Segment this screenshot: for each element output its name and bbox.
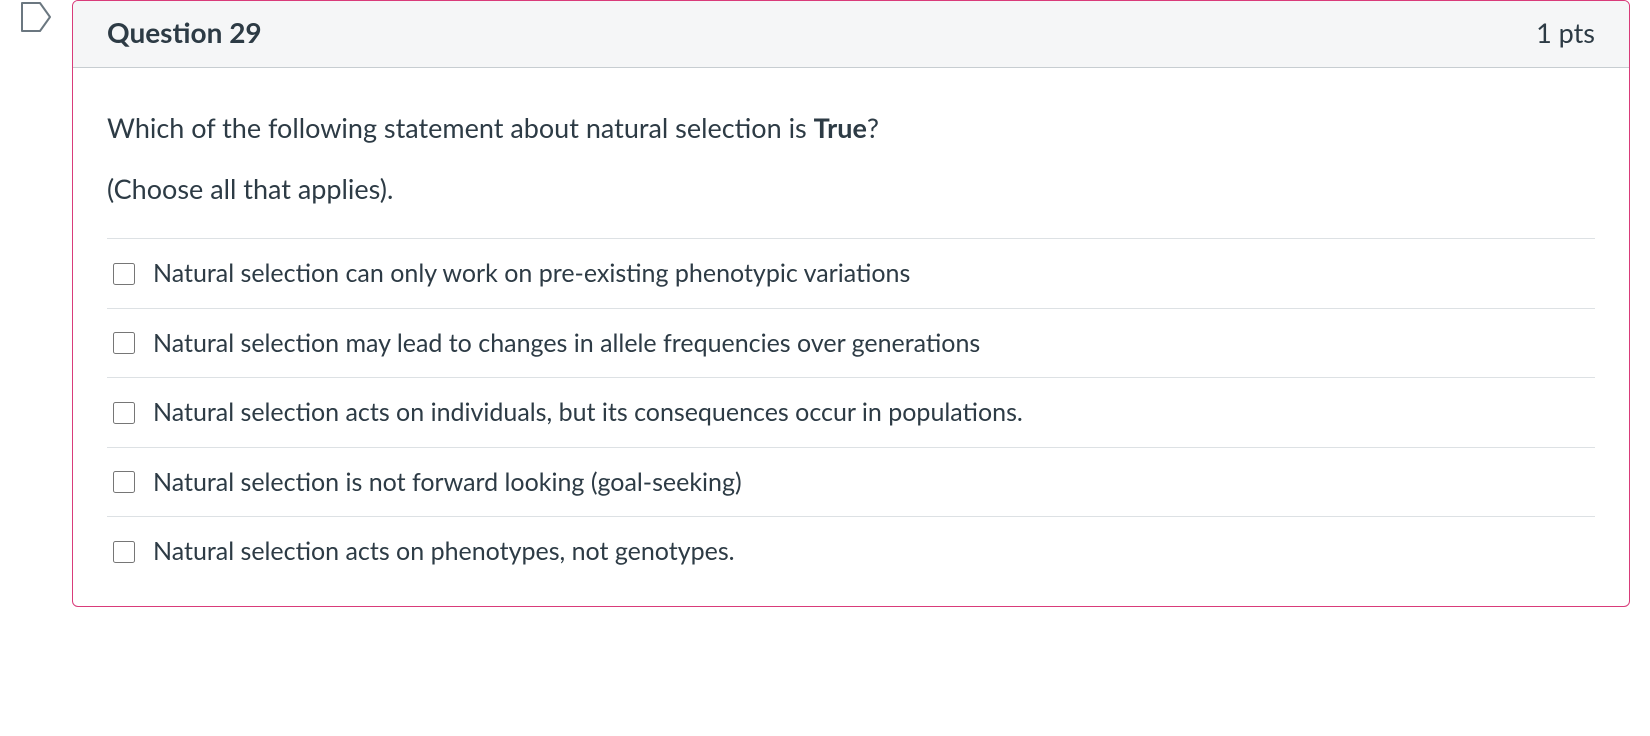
- answer-checkbox[interactable]: [113, 541, 135, 563]
- answers-list: Natural selection can only work on pre-e…: [107, 238, 1595, 586]
- answer-label[interactable]: Natural selection may lead to changes in…: [153, 327, 980, 360]
- answer-label[interactable]: Natural selection acts on phenotypes, no…: [153, 535, 735, 568]
- answer-row: Natural selection can only work on pre-e…: [107, 238, 1595, 308]
- question-container: Question 29 1 pts Which of the following…: [20, 0, 1630, 607]
- question-title: Question 29: [107, 15, 262, 49]
- answer-label[interactable]: Natural selection can only work on pre-e…: [153, 257, 910, 290]
- answer-checkbox[interactable]: [113, 332, 135, 354]
- answer-row: Natural selection is not forward looking…: [107, 447, 1595, 517]
- answer-checkbox[interactable]: [113, 402, 135, 424]
- question-points: 1 pts: [1536, 16, 1595, 49]
- answer-checkbox[interactable]: [113, 263, 135, 285]
- answer-checkbox[interactable]: [113, 471, 135, 493]
- question-prompt: Which of the following statement about n…: [107, 108, 1595, 208]
- answer-label[interactable]: Natural selection acts on individuals, b…: [153, 396, 1023, 429]
- prompt-prefix: Which of the following statement about n…: [107, 111, 814, 144]
- prompt-line-2: (Choose all that applies).: [107, 169, 1595, 208]
- question-body: Which of the following statement about n…: [73, 68, 1629, 606]
- answer-row: Natural selection may lead to changes in…: [107, 308, 1595, 378]
- prompt-suffix: ?: [867, 111, 879, 144]
- bookmark-flag-icon: [20, 2, 54, 32]
- prompt-bold: True: [814, 111, 867, 144]
- question-card: Question 29 1 pts Which of the following…: [72, 0, 1630, 607]
- answer-row: Natural selection acts on phenotypes, no…: [107, 516, 1595, 586]
- question-header: Question 29 1 pts: [73, 1, 1629, 68]
- answer-row: Natural selection acts on individuals, b…: [107, 377, 1595, 447]
- prompt-line-1: Which of the following statement about n…: [107, 108, 1595, 147]
- answer-label[interactable]: Natural selection is not forward looking…: [153, 466, 742, 499]
- question-nav-icon[interactable]: [20, 2, 54, 32]
